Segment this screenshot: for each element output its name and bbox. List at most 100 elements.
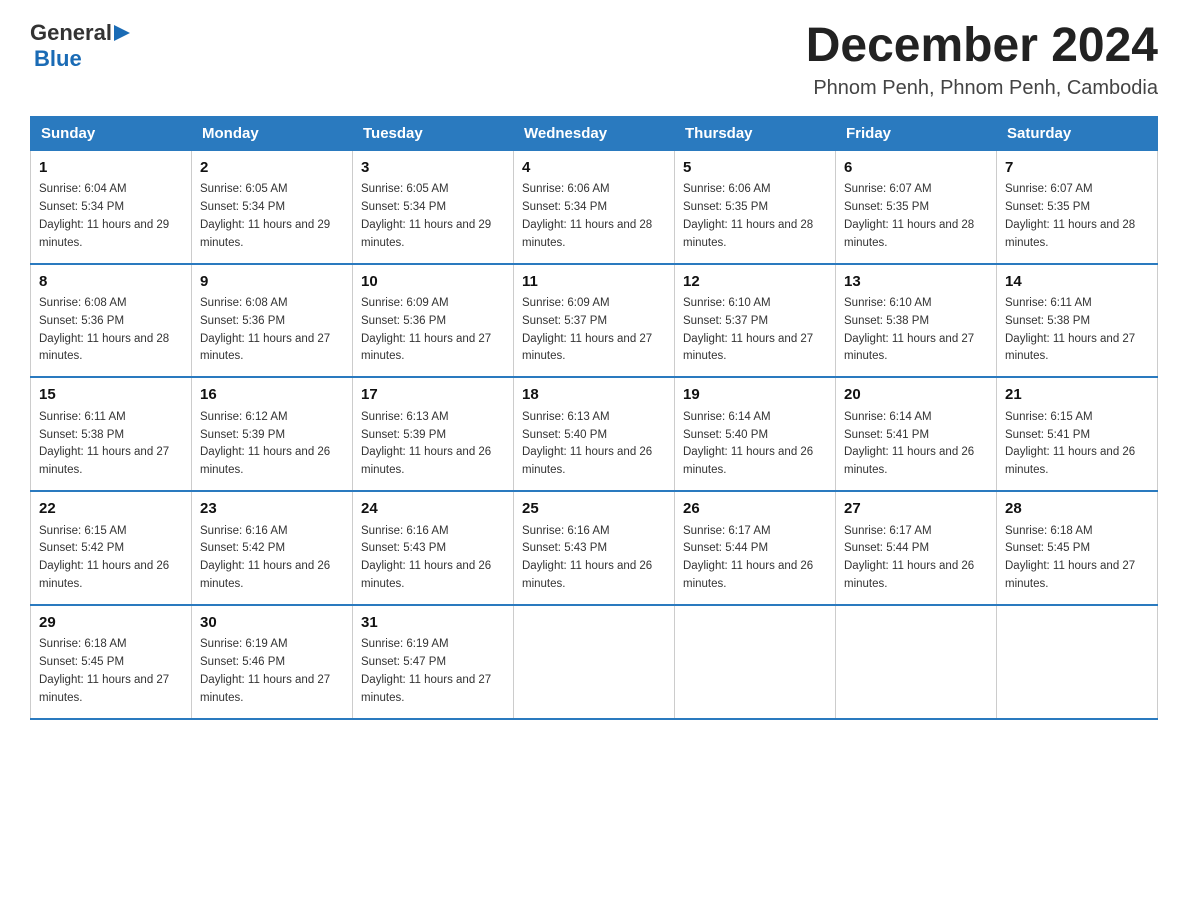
day-info: Sunrise: 6:07 AMSunset: 5:35 PMDaylight:… xyxy=(1005,181,1149,252)
calendar-week-row: 1Sunrise: 6:04 AMSunset: 5:34 PMDaylight… xyxy=(31,150,1158,263)
day-info: Sunrise: 6:05 AMSunset: 5:34 PMDaylight:… xyxy=(361,181,505,252)
day-number: 3 xyxy=(361,157,505,180)
day-info: Sunrise: 6:11 AMSunset: 5:38 PMDaylight:… xyxy=(39,409,183,480)
day-info: Sunrise: 6:07 AMSunset: 5:35 PMDaylight:… xyxy=(844,181,988,252)
day-number: 14 xyxy=(1005,271,1149,294)
day-number: 31 xyxy=(361,612,505,635)
day-info: Sunrise: 6:10 AMSunset: 5:37 PMDaylight:… xyxy=(683,295,827,366)
calendar-day-cell: 25Sunrise: 6:16 AMSunset: 5:43 PMDayligh… xyxy=(514,491,675,605)
day-number: 6 xyxy=(844,157,988,180)
calendar-day-cell: 15Sunrise: 6:11 AMSunset: 5:38 PMDayligh… xyxy=(31,377,192,491)
calendar-table: SundayMondayTuesdayWednesdayThursdayFrid… xyxy=(30,116,1158,720)
calendar-day-cell: 1Sunrise: 6:04 AMSunset: 5:34 PMDaylight… xyxy=(31,150,192,263)
day-info: Sunrise: 6:05 AMSunset: 5:34 PMDaylight:… xyxy=(200,181,344,252)
day-info: Sunrise: 6:14 AMSunset: 5:41 PMDaylight:… xyxy=(844,409,988,480)
day-number: 11 xyxy=(522,271,666,294)
calendar-day-cell: 6Sunrise: 6:07 AMSunset: 5:35 PMDaylight… xyxy=(836,150,997,263)
calendar-day-cell: 16Sunrise: 6:12 AMSunset: 5:39 PMDayligh… xyxy=(192,377,353,491)
day-number: 21 xyxy=(1005,384,1149,407)
day-number: 28 xyxy=(1005,498,1149,521)
day-number: 23 xyxy=(200,498,344,521)
day-header-friday: Friday xyxy=(836,116,997,150)
day-number: 12 xyxy=(683,271,827,294)
day-number: 29 xyxy=(39,612,183,635)
day-info: Sunrise: 6:16 AMSunset: 5:43 PMDaylight:… xyxy=(522,523,666,594)
day-number: 25 xyxy=(522,498,666,521)
calendar-week-row: 22Sunrise: 6:15 AMSunset: 5:42 PMDayligh… xyxy=(31,491,1158,605)
calendar-day-cell: 26Sunrise: 6:17 AMSunset: 5:44 PMDayligh… xyxy=(675,491,836,605)
day-header-sunday: Sunday xyxy=(31,116,192,150)
calendar-day-cell xyxy=(675,605,836,719)
calendar-header: SundayMondayTuesdayWednesdayThursdayFrid… xyxy=(31,116,1158,150)
calendar-day-cell xyxy=(514,605,675,719)
calendar-day-cell: 13Sunrise: 6:10 AMSunset: 5:38 PMDayligh… xyxy=(836,264,997,378)
day-number: 1 xyxy=(39,157,183,180)
calendar-day-cell: 30Sunrise: 6:19 AMSunset: 5:46 PMDayligh… xyxy=(192,605,353,719)
calendar-day-cell: 23Sunrise: 6:16 AMSunset: 5:42 PMDayligh… xyxy=(192,491,353,605)
day-number: 26 xyxy=(683,498,827,521)
calendar-week-row: 15Sunrise: 6:11 AMSunset: 5:38 PMDayligh… xyxy=(31,377,1158,491)
calendar-day-cell: 8Sunrise: 6:08 AMSunset: 5:36 PMDaylight… xyxy=(31,264,192,378)
day-number: 13 xyxy=(844,271,988,294)
day-info: Sunrise: 6:15 AMSunset: 5:41 PMDaylight:… xyxy=(1005,409,1149,480)
day-info: Sunrise: 6:16 AMSunset: 5:42 PMDaylight:… xyxy=(200,523,344,594)
day-info: Sunrise: 6:08 AMSunset: 5:36 PMDaylight:… xyxy=(200,295,344,366)
calendar-day-cell: 14Sunrise: 6:11 AMSunset: 5:38 PMDayligh… xyxy=(997,264,1158,378)
day-header-thursday: Thursday xyxy=(675,116,836,150)
calendar-day-cell: 21Sunrise: 6:15 AMSunset: 5:41 PMDayligh… xyxy=(997,377,1158,491)
calendar-day-cell: 20Sunrise: 6:14 AMSunset: 5:41 PMDayligh… xyxy=(836,377,997,491)
day-info: Sunrise: 6:17 AMSunset: 5:44 PMDaylight:… xyxy=(844,523,988,594)
day-info: Sunrise: 6:12 AMSunset: 5:39 PMDaylight:… xyxy=(200,409,344,480)
calendar-day-cell: 7Sunrise: 6:07 AMSunset: 5:35 PMDaylight… xyxy=(997,150,1158,263)
day-header-row: SundayMondayTuesdayWednesdayThursdayFrid… xyxy=(31,116,1158,150)
day-header-saturday: Saturday xyxy=(997,116,1158,150)
calendar-day-cell: 27Sunrise: 6:17 AMSunset: 5:44 PMDayligh… xyxy=(836,491,997,605)
day-info: Sunrise: 6:11 AMSunset: 5:38 PMDaylight:… xyxy=(1005,295,1149,366)
day-info: Sunrise: 6:19 AMSunset: 5:46 PMDaylight:… xyxy=(200,636,344,707)
calendar-day-cell: 31Sunrise: 6:19 AMSunset: 5:47 PMDayligh… xyxy=(353,605,514,719)
logo: General Blue xyxy=(30,20,134,72)
calendar-day-cell xyxy=(997,605,1158,719)
day-info: Sunrise: 6:13 AMSunset: 5:39 PMDaylight:… xyxy=(361,409,505,480)
day-info: Sunrise: 6:17 AMSunset: 5:44 PMDaylight:… xyxy=(683,523,827,594)
day-info: Sunrise: 6:15 AMSunset: 5:42 PMDaylight:… xyxy=(39,523,183,594)
calendar-day-cell: 9Sunrise: 6:08 AMSunset: 5:36 PMDaylight… xyxy=(192,264,353,378)
day-number: 20 xyxy=(844,384,988,407)
day-info: Sunrise: 6:09 AMSunset: 5:37 PMDaylight:… xyxy=(522,295,666,366)
calendar-day-cell: 3Sunrise: 6:05 AMSunset: 5:34 PMDaylight… xyxy=(353,150,514,263)
day-number: 24 xyxy=(361,498,505,521)
calendar-day-cell: 4Sunrise: 6:06 AMSunset: 5:34 PMDaylight… xyxy=(514,150,675,263)
day-info: Sunrise: 6:13 AMSunset: 5:40 PMDaylight:… xyxy=(522,409,666,480)
day-info: Sunrise: 6:14 AMSunset: 5:40 PMDaylight:… xyxy=(683,409,827,480)
calendar-title: December 2024 xyxy=(806,20,1158,73)
day-number: 17 xyxy=(361,384,505,407)
day-info: Sunrise: 6:18 AMSunset: 5:45 PMDaylight:… xyxy=(1005,523,1149,594)
day-header-wednesday: Wednesday xyxy=(514,116,675,150)
calendar-title-block: December 2024 Phnom Penh, Phnom Penh, Ca… xyxy=(806,20,1158,100)
calendar-day-cell: 17Sunrise: 6:13 AMSunset: 5:39 PMDayligh… xyxy=(353,377,514,491)
calendar-day-cell: 11Sunrise: 6:09 AMSunset: 5:37 PMDayligh… xyxy=(514,264,675,378)
calendar-day-cell: 5Sunrise: 6:06 AMSunset: 5:35 PMDaylight… xyxy=(675,150,836,263)
day-info: Sunrise: 6:19 AMSunset: 5:47 PMDaylight:… xyxy=(361,636,505,707)
day-info: Sunrise: 6:09 AMSunset: 5:36 PMDaylight:… xyxy=(361,295,505,366)
day-header-monday: Monday xyxy=(192,116,353,150)
day-number: 2 xyxy=(200,157,344,180)
calendar-week-row: 29Sunrise: 6:18 AMSunset: 5:45 PMDayligh… xyxy=(31,605,1158,719)
day-number: 4 xyxy=(522,157,666,180)
day-info: Sunrise: 6:06 AMSunset: 5:35 PMDaylight:… xyxy=(683,181,827,252)
logo-general-text: General xyxy=(30,20,112,46)
logo-arrow-icon xyxy=(114,23,134,43)
day-number: 9 xyxy=(200,271,344,294)
calendar-day-cell: 22Sunrise: 6:15 AMSunset: 5:42 PMDayligh… xyxy=(31,491,192,605)
calendar-day-cell: 28Sunrise: 6:18 AMSunset: 5:45 PMDayligh… xyxy=(997,491,1158,605)
day-number: 27 xyxy=(844,498,988,521)
calendar-day-cell: 18Sunrise: 6:13 AMSunset: 5:40 PMDayligh… xyxy=(514,377,675,491)
day-info: Sunrise: 6:10 AMSunset: 5:38 PMDaylight:… xyxy=(844,295,988,366)
day-number: 18 xyxy=(522,384,666,407)
day-info: Sunrise: 6:08 AMSunset: 5:36 PMDaylight:… xyxy=(39,295,183,366)
page-header: General Blue December 2024 Phnom Penh, P… xyxy=(30,20,1158,100)
day-number: 19 xyxy=(683,384,827,407)
day-number: 16 xyxy=(200,384,344,407)
calendar-day-cell: 24Sunrise: 6:16 AMSunset: 5:43 PMDayligh… xyxy=(353,491,514,605)
day-number: 7 xyxy=(1005,157,1149,180)
